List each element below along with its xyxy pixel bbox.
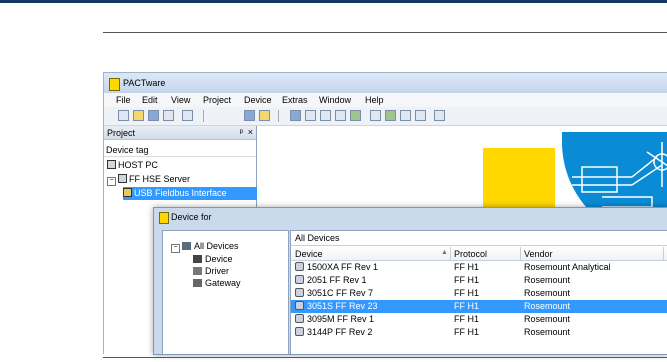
upload-icon[interactable] bbox=[350, 110, 361, 121]
filter-gateway[interactable]: Gateway bbox=[193, 278, 241, 289]
dialog-title: Device for bbox=[171, 212, 212, 222]
column-device[interactable]: Device bbox=[295, 249, 323, 259]
device-list-title: All Devices bbox=[295, 233, 340, 243]
measured-value-icon[interactable] bbox=[385, 110, 396, 121]
device-row[interactable]: 3144P FF Rev 2 FF H1 Rosemount bbox=[291, 326, 667, 339]
filter-driver[interactable]: Driver bbox=[193, 266, 229, 277]
logo-yellow-block bbox=[483, 148, 555, 208]
toolbar-separator bbox=[203, 110, 204, 122]
menu-edit[interactable]: Edit bbox=[142, 95, 158, 105]
print-preview-icon[interactable] bbox=[182, 110, 193, 121]
fieldbus-device-icon bbox=[295, 327, 304, 336]
window-title: PACTware bbox=[123, 78, 166, 88]
computer-icon bbox=[107, 160, 116, 169]
menu-view[interactable]: View bbox=[171, 95, 190, 105]
close-icon[interactable]: × bbox=[248, 127, 253, 137]
additional-functions-icon[interactable] bbox=[434, 110, 445, 121]
top-divider bbox=[103, 32, 667, 33]
open-icon[interactable] bbox=[133, 110, 144, 121]
save-icon[interactable] bbox=[148, 110, 159, 121]
pin-icon[interactable]: ᵖ bbox=[240, 127, 243, 137]
connect-icon[interactable] bbox=[290, 110, 301, 121]
diagnosis-icon[interactable] bbox=[415, 110, 426, 121]
device-row[interactable]: 3051C FF Rev 7 FF H1 Rosemount bbox=[291, 287, 667, 300]
dialog-title-bar: Device for bbox=[154, 208, 667, 227]
menu-window[interactable]: Window bbox=[319, 95, 351, 105]
print-icon[interactable] bbox=[163, 110, 174, 121]
menu-project[interactable]: Project bbox=[203, 95, 231, 105]
column-separator bbox=[450, 247, 451, 260]
filter-device[interactable]: Device bbox=[193, 254, 233, 265]
fieldbus-device-icon bbox=[295, 288, 304, 297]
device-row[interactable]: 2051 FF Rev 1 FF H1 Rosemount bbox=[291, 274, 667, 287]
collapse-icon[interactable]: − bbox=[171, 244, 180, 253]
title-bar: PACTware bbox=[104, 73, 667, 93]
header-rule bbox=[0, 0, 667, 3]
column-separator bbox=[520, 247, 521, 260]
menu-extras[interactable]: Extras bbox=[282, 95, 308, 105]
parameter-icon[interactable] bbox=[320, 110, 331, 121]
device-catalog-icon[interactable] bbox=[244, 110, 255, 121]
device-icon bbox=[193, 255, 202, 263]
device-tag-label: Device tag bbox=[106, 145, 149, 155]
bottom-divider bbox=[103, 357, 667, 358]
sort-arrow-icon: ▲ bbox=[441, 249, 448, 256]
toolbar bbox=[104, 107, 667, 126]
menu-help[interactable]: Help bbox=[365, 95, 384, 105]
column-separator bbox=[663, 247, 664, 260]
disconnect-icon[interactable] bbox=[305, 110, 316, 121]
menu-bar: File Edit View Project Device Extras Win… bbox=[104, 93, 667, 107]
column-protocol[interactable]: Protocol bbox=[454, 249, 487, 259]
pactware-logo-icon bbox=[159, 212, 169, 224]
device-list-panel: All Devices Device ▲ Protocol Vendor 150… bbox=[290, 230, 667, 354]
tree-item-usb-fieldbus-interface[interactable]: USB Fieldbus Interface bbox=[123, 187, 257, 200]
toolbar-separator bbox=[278, 110, 279, 122]
server-icon bbox=[118, 174, 127, 183]
fieldbus-device-icon bbox=[295, 275, 304, 284]
filter-all-devices[interactable]: − All Devices bbox=[171, 241, 239, 253]
all-devices-icon bbox=[182, 242, 191, 250]
device-grid-header: Device ▲ Protocol Vendor bbox=[291, 247, 667, 261]
menu-device[interactable]: Device bbox=[244, 95, 272, 105]
menu-file[interactable]: File bbox=[116, 95, 131, 105]
interface-icon bbox=[123, 188, 132, 197]
project-panel-title: Project bbox=[107, 128, 136, 138]
fieldbus-device-icon bbox=[295, 314, 304, 323]
simulation-icon[interactable] bbox=[400, 110, 411, 121]
fieldbus-device-icon bbox=[295, 301, 304, 310]
gateway-icon bbox=[193, 279, 202, 287]
tree-item-ff-hse-server[interactable]: − FF HSE Server bbox=[107, 173, 190, 186]
tree-item-host-pc[interactable]: HOST PC bbox=[107, 159, 158, 172]
device-row[interactable]: 3095M FF Rev 1 FF H1 Rosemount bbox=[291, 313, 667, 326]
collapse-icon[interactable]: − bbox=[107, 177, 116, 186]
driver-icon bbox=[193, 267, 202, 275]
project-view-icon[interactable] bbox=[259, 110, 270, 121]
pactware-logo-icon bbox=[109, 78, 120, 91]
device-tag-header: Device tag bbox=[104, 144, 256, 157]
column-vendor[interactable]: Vendor bbox=[524, 249, 553, 259]
download-icon[interactable] bbox=[335, 110, 346, 121]
device-filter-tree: − All Devices Device Driver Gateway bbox=[162, 230, 289, 354]
device-row[interactable]: 1500XA FF Rev 1 FF H1 Rosemount Analytic… bbox=[291, 261, 667, 274]
new-icon[interactable] bbox=[118, 110, 129, 121]
fieldbus-device-icon bbox=[295, 262, 304, 271]
device-list-header: All Devices bbox=[291, 231, 667, 246]
online-params-icon[interactable] bbox=[370, 110, 381, 121]
device-for-dialog: Device for − All Devices Device Driver Ga… bbox=[153, 207, 667, 355]
device-row-selected[interactable]: 3051S FF Rev 23 FF H1 Rosemount bbox=[291, 300, 667, 313]
project-panel-header: Project ᵖ × bbox=[104, 126, 256, 140]
